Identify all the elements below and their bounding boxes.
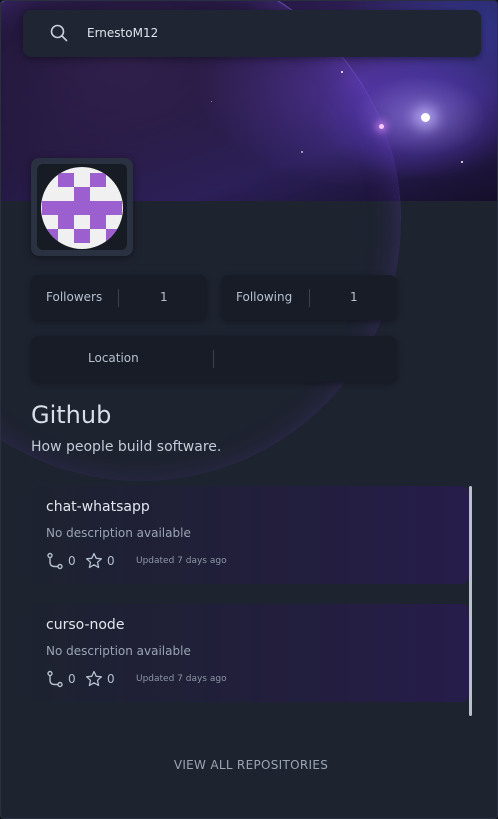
star-count: 0: [107, 554, 115, 568]
fork-count: 0: [68, 672, 76, 686]
org-title: Github: [31, 401, 112, 429]
avatar-frame: [31, 158, 133, 256]
followers-stat[interactable]: Followers 1: [31, 275, 207, 320]
banner-star: [301, 151, 303, 153]
search-input[interactable]: [87, 22, 457, 44]
following-stat[interactable]: Following 1: [221, 275, 397, 320]
repository-list[interactable]: chat-whatsapp No description available 0…: [31, 486, 473, 716]
repository-meta: 0 0 Updated 7 days ago: [46, 552, 446, 570]
repository-description: No description available: [46, 644, 191, 658]
stat-divider: [213, 350, 214, 368]
repository-description: No description available: [46, 526, 191, 540]
identicon-image: [42, 173, 122, 243]
following-count: 1: [350, 290, 358, 304]
stat-divider: [309, 289, 310, 307]
search-bar: [23, 10, 481, 57]
profile-page: Followers 1 Following 1 Location Github …: [0, 0, 498, 819]
fork-icon: [47, 552, 63, 570]
star-icon: [85, 552, 103, 569]
banner-star: [379, 124, 384, 129]
fork-count: 0: [68, 554, 76, 568]
star-count: 0: [107, 672, 115, 686]
fork-icon: [47, 670, 63, 688]
location-label: Location: [88, 351, 139, 365]
search-icon[interactable]: [50, 24, 68, 42]
banner-star: [461, 161, 463, 163]
avatar-inner: [37, 164, 127, 250]
repository-updated: Updated 7 days ago: [136, 674, 227, 684]
banner-star: [211, 101, 212, 102]
repository-card[interactable]: curso-node No description available 0 0 …: [31, 604, 469, 702]
followers-label: Followers: [46, 290, 103, 304]
avatar[interactable]: [41, 167, 123, 249]
repository-meta: 0 0 Updated 7 days ago: [46, 670, 446, 688]
followers-count: 1: [160, 290, 168, 304]
repository-name[interactable]: curso-node: [46, 617, 124, 633]
following-label: Following: [236, 290, 293, 304]
star-icon: [85, 670, 103, 687]
repository-updated: Updated 7 days ago: [136, 556, 227, 566]
stat-divider: [118, 289, 119, 307]
location-stat: Location: [31, 336, 397, 382]
org-description: How people build software.: [31, 439, 222, 455]
view-all-repositories-button[interactable]: VIEW ALL REPOSITORIES: [151, 758, 351, 772]
repository-card[interactable]: chat-whatsapp No description available 0…: [31, 486, 469, 584]
repository-list-scrollbar[interactable]: [469, 486, 472, 716]
banner-star: [341, 71, 343, 73]
banner-star: [421, 113, 430, 122]
repository-name[interactable]: chat-whatsapp: [46, 499, 150, 515]
